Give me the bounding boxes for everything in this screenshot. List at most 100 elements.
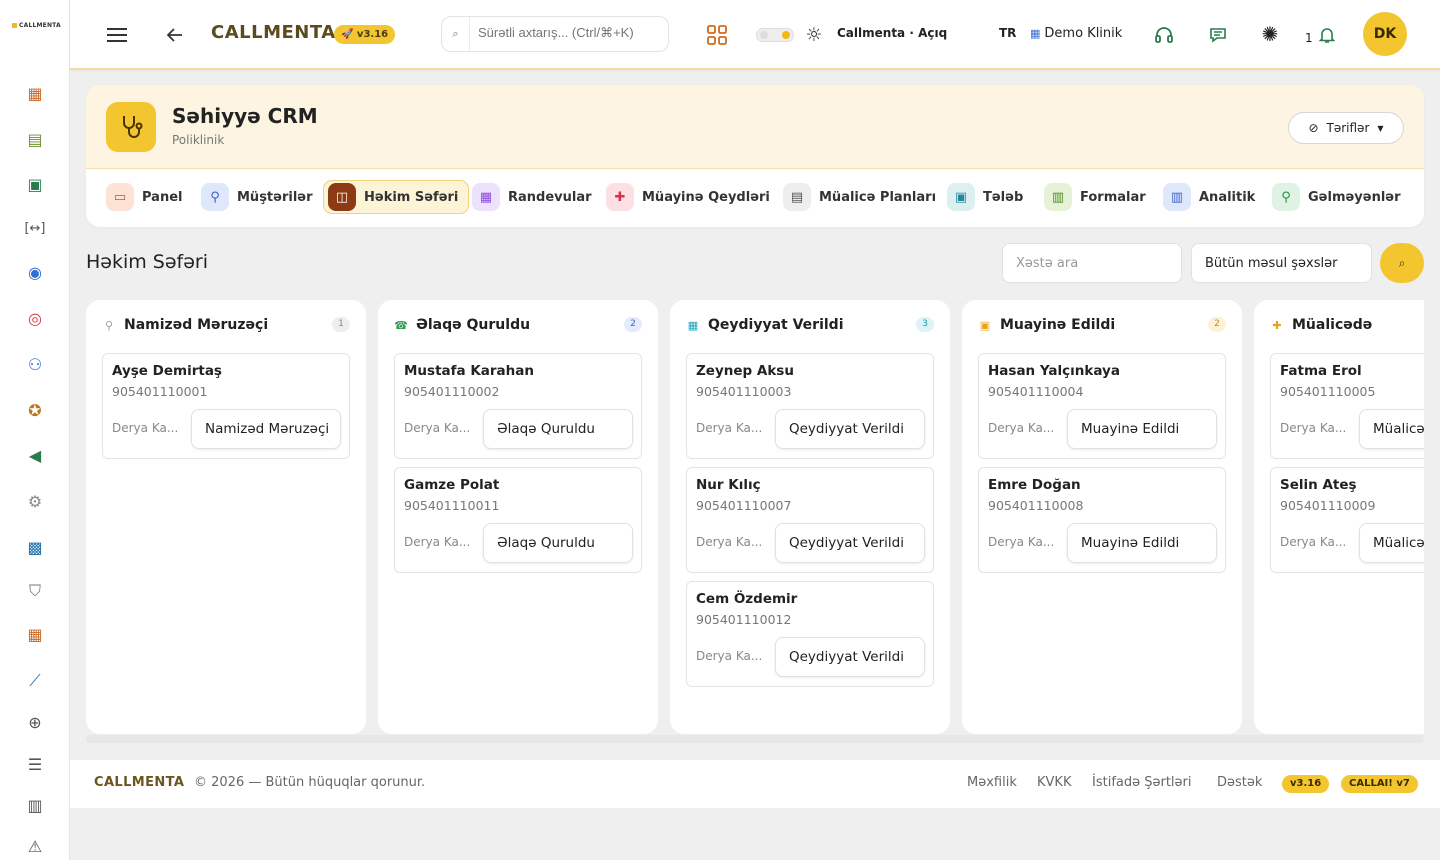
search-button[interactable]: ⌕ xyxy=(1380,243,1424,283)
code-brackets-icon[interactable]: [↔] xyxy=(24,217,46,239)
kanban-card[interactable]: Ayşe Demirtaş 905401110001 Derya Ka... N… xyxy=(102,353,350,459)
chat-user-icon[interactable]: ⚇ xyxy=(24,354,46,376)
board-horizontal-scrollbar[interactable] xyxy=(86,735,1424,743)
footer-link-kvkk[interactable]: KVKK xyxy=(1037,775,1071,790)
stage-select[interactable]: Müalicədə xyxy=(1359,409,1424,449)
bug-icon[interactable]: ✺ xyxy=(1259,22,1281,46)
theme-toggle[interactable] xyxy=(756,28,794,42)
megaphone-icon[interactable]: ◀ xyxy=(24,445,46,467)
stage-select[interactable]: Muayinə Edildi xyxy=(1067,523,1217,563)
patient-name: Cem Özdemir xyxy=(696,591,798,607)
stage-select[interactable]: Əlaqə Quruldu xyxy=(483,409,633,449)
grid-board-icon[interactable]: ▩ xyxy=(24,537,46,559)
stage-select[interactable]: Qeydiyyat Verildi xyxy=(775,637,925,677)
form-icon: ▥ xyxy=(1044,183,1072,211)
patient-name: Gamze Polat xyxy=(404,477,500,493)
column-header: ☎ Əlaqə Quruldu 2 xyxy=(394,316,642,334)
tab-no-shows[interactable]: ⚲ Gəlməyənlər xyxy=(1268,180,1405,214)
column-title: Müalicədə xyxy=(1292,317,1373,333)
owner-filter-select[interactable]: Bütün məsul şəxslər xyxy=(1191,243,1372,283)
panel-icon: ▭ xyxy=(106,183,134,211)
bell-icon[interactable] xyxy=(1316,24,1338,46)
kanban-card[interactable]: Emre Doğan 905401110008 Derya Ka... Muay… xyxy=(978,467,1226,573)
patient-search-input[interactable]: Xəstə ara xyxy=(1002,243,1182,283)
kanban-column: ✚ Müalicədə Fatma Erol 905401110005 Dery… xyxy=(1254,300,1424,734)
kanban-card[interactable]: Cem Özdemir 905401110012 Derya Ka... Qey… xyxy=(686,581,934,687)
alarm-icon[interactable]: ◎ xyxy=(24,308,46,330)
shield-icon[interactable]: ⛉ xyxy=(24,580,46,602)
settings-badge-icon[interactable]: ⚙ xyxy=(24,491,46,513)
globe-icon[interactable]: ⊕ xyxy=(24,712,46,734)
kanban-card[interactable]: Nur Kılıç 905401110007 Derya Ka... Qeydi… xyxy=(686,467,934,573)
footer-ai-badge: CALLAI! v7 xyxy=(1341,775,1418,793)
apps-grid-icon[interactable] xyxy=(706,24,728,46)
footer-copyright: © 2026 — Bütün hüquqlar qorunur. xyxy=(194,775,426,790)
stage-select[interactable]: Namizəd Məruzəçi xyxy=(191,409,341,449)
stage-select[interactable]: Qeydiyyat Verildi xyxy=(775,409,925,449)
stage-select[interactable]: Qeydiyyat Verildi xyxy=(775,523,925,563)
tab-treatment-plans[interactable]: ▤ Müalicə Planları xyxy=(779,180,940,214)
line-chart-icon[interactable]: ⟋ xyxy=(24,670,46,692)
medal-icon[interactable]: ✪ xyxy=(24,400,46,422)
building-icon[interactable]: ▦ xyxy=(24,624,46,646)
clipboard-icon[interactable]: ▤ xyxy=(24,129,46,151)
kanban-card[interactable]: Hasan Yalçınkaya 905401110004 Derya Ka..… xyxy=(978,353,1226,459)
card-owner: Derya Ka... xyxy=(988,421,1055,435)
id-card-icon[interactable]: ▣ xyxy=(24,174,46,196)
module-header: Səhiyyə CRM Poliklinik ⊘ Təriflər ▼ xyxy=(86,85,1424,169)
language-switch[interactable]: TR xyxy=(999,26,1016,40)
card-owner: Derya Ka... xyxy=(696,421,763,435)
patient-name: Fatma Erol xyxy=(1280,363,1362,379)
tab-exam-notes[interactable]: ✚ Müayinə Qeydləri xyxy=(602,180,774,214)
calendar-grid-icon[interactable]: ▦ xyxy=(24,83,46,105)
column-count: 2 xyxy=(624,317,642,332)
sun-icon[interactable]: ☼ xyxy=(803,24,825,46)
sidebar-logo[interactable]: CALLMENTA xyxy=(12,22,61,29)
kanban-column: ▦ Qeydiyyat Verildi 3 Zeynep Aksu 905401… xyxy=(670,300,950,734)
patient-name: Nur Kılıç xyxy=(696,477,761,493)
kanban-card[interactable]: Gamze Polat 905401110011 Derya Ka... Əla… xyxy=(394,467,642,573)
search-icon[interactable]: ⌕ xyxy=(442,17,470,51)
stage-select[interactable]: Müalicədə xyxy=(1359,523,1424,563)
kanban-card[interactable]: Zeynep Aksu 905401110003 Derya Ka... Qey… xyxy=(686,353,934,459)
footer-link-privacy[interactable]: Məxfilik xyxy=(967,775,1017,790)
bar-chart-icon[interactable]: ▥ xyxy=(24,795,46,817)
kanban-card[interactable]: Selin Ateş 905401110009 Derya Ka... Müal… xyxy=(1270,467,1424,573)
definitions-button[interactable]: ⊘ Təriflər ▼ xyxy=(1288,112,1404,144)
patient-phone: 905401110003 xyxy=(696,384,792,399)
tab-doctor-visit[interactable]: ◫ Həkim Səfəri xyxy=(323,180,470,214)
headset-icon[interactable] xyxy=(1153,24,1175,46)
module-card: Səhiyyə CRM Poliklinik ⊘ Təriflər ▼ ▭ Pan… xyxy=(86,85,1424,227)
sliders-icon[interactable]: ☰ xyxy=(24,754,46,776)
tab-requests[interactable]: ▣ Tələb xyxy=(943,180,1027,214)
user-avatar[interactable]: DK xyxy=(1363,12,1407,56)
stethoscope-icon xyxy=(106,102,156,152)
bar-chart-icon: ▥ xyxy=(1163,183,1191,211)
wallet-icon: ▣ xyxy=(947,183,975,211)
column-title: Əlaqə Quruldu xyxy=(416,317,531,333)
brand-name[interactable]: CALLMENTA xyxy=(211,22,336,43)
footer-link-support[interactable]: Dəstək xyxy=(1217,775,1262,790)
patient-phone: 905401110002 xyxy=(404,384,500,399)
clinic-selector[interactable]: ▦ Demo Klinik xyxy=(1030,26,1122,41)
patient-phone: 905401110008 xyxy=(988,498,1084,513)
footer-link-terms[interactable]: İstifadə Şərtləri xyxy=(1092,775,1192,790)
user-circle-icon[interactable]: ◉ xyxy=(24,262,46,284)
chat-icon[interactable] xyxy=(1207,24,1229,46)
tab-panel[interactable]: ▭ Panel xyxy=(102,180,186,214)
card-owner: Derya Ka... xyxy=(696,649,763,663)
kanban-card[interactable]: Fatma Erol 905401110005 Derya Ka... Müal… xyxy=(1270,353,1424,459)
calendar-check-icon: ▦ xyxy=(687,318,699,332)
quick-search-input[interactable] xyxy=(478,25,638,40)
kanban-card[interactable]: Mustafa Karahan 905401110002 Derya Ka...… xyxy=(394,353,642,459)
card-owner: Derya Ka... xyxy=(404,421,471,435)
stage-select[interactable]: Muayinə Edildi xyxy=(1067,409,1217,449)
warning-icon[interactable]: ⚠ xyxy=(24,836,46,858)
back-arrow-icon[interactable] xyxy=(164,24,186,46)
stage-select[interactable]: Əlaqə Quruldu xyxy=(483,523,633,563)
tab-appointments[interactable]: ▦ Randevular xyxy=(468,180,596,214)
tab-analytics[interactable]: ▥ Analitik xyxy=(1159,180,1259,214)
tab-customers[interactable]: ⚲ Müştərilər xyxy=(197,180,317,214)
tab-forms[interactable]: ▥ Formalar xyxy=(1040,180,1150,214)
menu-icon[interactable] xyxy=(106,24,128,46)
